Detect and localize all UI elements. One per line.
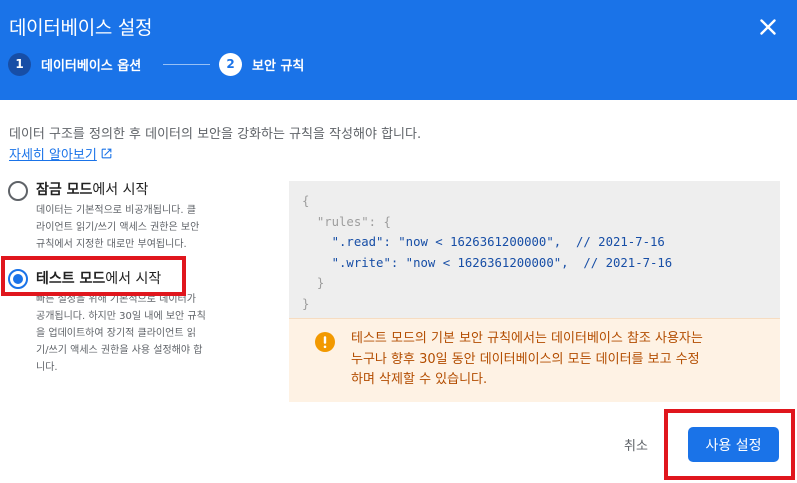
description-line: 데이터는 기본적으로 비공개됩니다. 클	[36, 205, 196, 216]
open-in-new-icon	[101, 148, 112, 159]
rules-code-block: { "rules": { ".read": "now < 16263612000…	[302, 194, 673, 311]
code-token: {	[302, 194, 310, 208]
security-rules-panel: { "rules": { ".read": "now < 16263612000…	[289, 181, 780, 402]
description-line: 을 업데이트하여 장기적 클라이언트 읽	[36, 328, 196, 339]
test-mode-title-bold: 테스트 모드	[36, 271, 106, 287]
code-token: "now < 1626361200000"	[405, 255, 562, 270]
code-token: : {	[368, 214, 391, 229]
code-token: }	[316, 276, 325, 291]
dialog-title: 데이터베이스 설정	[9, 17, 153, 39]
code-token: , // 2021-7-16	[561, 255, 673, 270]
locked-mode-title-bold: 잠금 모드	[36, 182, 93, 198]
cancel-button[interactable]: 취소	[624, 435, 648, 454]
code-token: ".read"	[331, 235, 384, 250]
description-line: 규칙에서 지정한 대로만 부여됩니다.	[36, 239, 187, 250]
warning-line: 하며 삭제할 수 있습니다.	[351, 372, 488, 387]
description-line: 빠른 설정을 위해 기본적으로 데이터가	[36, 294, 196, 305]
step-connector	[163, 64, 210, 65]
warning-line: 누구나 향후 30일 동안 데이터베이스의 모든 데이터를 보고 수정	[351, 351, 700, 367]
code-token: , // 2021-7-16	[553, 235, 665, 250]
test-mode-title[interactable]: 테스트 모드에서 시작	[36, 268, 161, 288]
warning-text: 테스트 모드의 기본 보안 규칙에서는 데이터베이스 참조 사용자는 누구나 향…	[351, 329, 771, 391]
locked-mode-title[interactable]: 잠금 모드에서 시작	[36, 179, 148, 199]
code-token: }	[302, 296, 310, 311]
code-token: ".write"	[331, 255, 391, 270]
warning-exclamation-icon	[315, 332, 335, 352]
enable-button[interactable]: 사용 설정	[688, 427, 779, 462]
step-number: 1	[8, 52, 31, 76]
test-mode-radio[interactable]	[8, 269, 28, 289]
step-label: 보안 규칙	[252, 58, 305, 74]
test-mode-title-rest: 에서 시작	[105, 271, 162, 287]
locked-mode-radio[interactable]	[8, 181, 28, 201]
description-line: 라이언트 읽기/쓰기 액세스 권한은 보안	[36, 222, 200, 233]
code-token: "rules"	[316, 214, 369, 229]
step-security-rules: 2 보안 규칙	[219, 51, 304, 77]
step-database-options: 1 데이터베이스 옵션	[8, 51, 141, 77]
learn-more-label: 자세히 알아보기	[9, 148, 97, 163]
description-line: 니다.	[36, 362, 58, 373]
locked-mode-title-rest: 에서 시작	[92, 182, 149, 198]
dialog-header: 데이터베이스 설정 1 데이터베이스 옵션 2 보안 규칙	[0, 0, 797, 100]
close-button[interactable]	[755, 14, 781, 40]
test-mode-description: 빠른 설정을 위해 기본적으로 데이터가 공개됩니다. 하지만 30일 내에 보…	[36, 291, 251, 376]
warning-banner: 테스트 모드의 기본 보안 규칙에서는 데이터베이스 참조 사용자는 누구나 향…	[289, 318, 780, 402]
description-line: 기/쓰기 액세스 권한을 사용 설정해야 합	[36, 345, 203, 356]
description-line: 공개됩니다. 하지만 30일 내에 보안 규칙	[36, 311, 206, 322]
warning-line: 테스트 모드의 기본 보안 규칙에서는 데이터베이스 참조 사용자는	[351, 331, 703, 346]
learn-more-link[interactable]: 자세히 알아보기	[9, 144, 113, 163]
step-label: 데이터베이스 옵션	[41, 58, 142, 74]
description-text: 데이터 구조를 정의한 후 데이터의 보안을 강화하는 규칙을 작성해야 합니다…	[9, 127, 422, 142]
locked-mode-description: 데이터는 기본적으로 비공개됩니다. 클 라이언트 읽기/쓰기 액세스 권한은 …	[36, 202, 251, 253]
close-icon	[760, 19, 776, 35]
code-token: "now < 1626361200000"	[398, 235, 554, 250]
step-number: 2	[219, 52, 242, 76]
